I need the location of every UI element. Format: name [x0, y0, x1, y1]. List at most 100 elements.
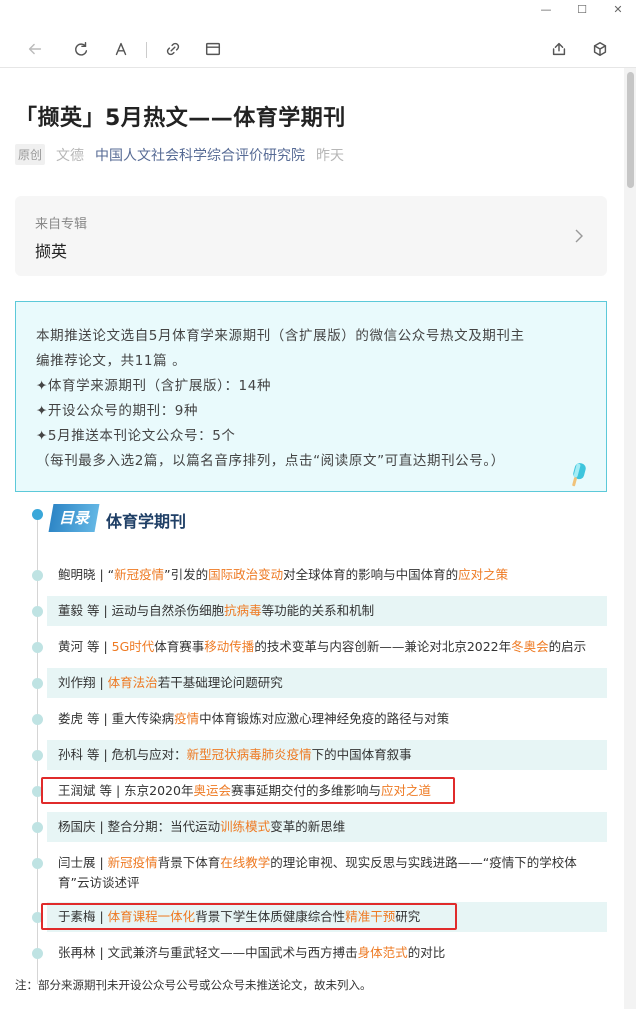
highlight-keyword: 训练模式 [220, 819, 271, 834]
toc-item-title: 刘作翔 | 体育法治若干基础理论问题研究 [58, 668, 607, 698]
highlight-keyword: 身体范式 [357, 945, 408, 960]
toc-item[interactable]: 孙科 等 | 危机与应对：新型冠状病毒肺炎疫情下的中国体育叙事 [47, 740, 607, 770]
toc-item[interactable]: 张再林 | 文武兼济与重武轻文——中国武术与西方搏击身体范式的对比 [47, 938, 607, 968]
window-controls: — ☐ ✕ [528, 0, 636, 18]
toc-dot [32, 714, 43, 725]
title-text: 的技术变革与内容创新——兼论对北京2022年 [254, 639, 512, 654]
title-text: 体育赛事 [154, 639, 205, 654]
toc-heading: 体育学期刊 [106, 512, 187, 531]
toc-item-title: 鲍明晓 | “新冠疫情”引发的国际政治变动对全球体育的影响与中国体育的应对之策 [58, 560, 607, 590]
toc-dot [32, 822, 43, 833]
refresh-icon[interactable] [70, 38, 92, 60]
article-meta: 原创 文德 中国人文社会科学综合评价研究院 昨天 [15, 144, 344, 165]
original-badge: 原创 [15, 144, 46, 165]
toc-item[interactable]: 刘作翔 | 体育法治若干基础理论问题研究 [47, 668, 607, 698]
title-text: 杨国庆 | 整合分期：当代运动 [58, 819, 221, 834]
toc-item-title: 娄虎 等 | 重大传染病疫情中体育锻炼对应激心理神经免疫的路径与对策 [58, 704, 607, 734]
highlight-keyword: 应对之策 [458, 567, 509, 582]
browser-window-icon[interactable] [202, 38, 224, 60]
title-text: 中体育锻炼对应激心理神经免疫的路径与对策 [199, 711, 450, 726]
toc-item-title-continued: 育”云访谈述评 [58, 875, 140, 890]
toc-item-title: 闫士展 | 新冠疫情背景下体育在线教学的理论审视、现实反思与实践进路——“疫情下… [58, 853, 607, 873]
highlight-keyword: 5G时代 [111, 639, 155, 654]
cube-icon[interactable] [589, 38, 611, 60]
toc-dot [32, 948, 43, 959]
toc-item-title: 黄河 等 | 5G时代体育赛事移动传播的技术变革与内容创新——兼论对北京2022… [58, 632, 607, 662]
toc-item[interactable]: 娄虎 等 | 重大传染病疫情中体育锻炼对应激心理神经免疫的路径与对策 [47, 704, 607, 734]
toc-item[interactable]: 杨国庆 | 整合分期：当代运动训练模式变革的新思维 [47, 812, 607, 842]
highlight-keyword: 移动传播 [204, 639, 255, 654]
intro-line: 本期推送论文选自5月体育学来源期刊（含扩展版）的微信公众号热文及期刊主 [36, 328, 525, 344]
title-text: 闫士展 | [58, 855, 108, 870]
title-text: 的对比 [407, 945, 446, 960]
highlight-keyword: 国际政治变动 [208, 567, 284, 582]
toc-dot [32, 678, 43, 689]
title-text: 的启示 [548, 639, 587, 654]
intro-line: ✦5月推送本刊论文公众号：5个 [36, 428, 236, 444]
title-text: 下的中国体育叙事 [311, 747, 412, 762]
title-text: 背景下体育 [157, 855, 221, 870]
article-title: 「撷英」5月热文——体育学期刊 [15, 106, 346, 131]
highlight-keyword: 体育法治 [107, 675, 158, 690]
title-text: 若干基础理论问题研究 [157, 675, 283, 690]
intro-line: （每刊最多入选2篇，以篇名音序排列，点击“阅读原文”可直达期刊公号。） [36, 453, 505, 469]
toc-dot [32, 570, 43, 581]
toolbar-divider [146, 42, 147, 58]
intro-line: 编推荐论文，共11篇 。 [36, 353, 187, 369]
album-name: 撷英 [35, 242, 68, 261]
title-text: 对全球体育的影响与中国体育的 [283, 567, 459, 582]
account-link[interactable]: 中国人文社会科学综合评价研究院 [95, 145, 305, 165]
publish-time: 昨天 [316, 147, 345, 164]
title-text: ”引发的 [164, 567, 209, 582]
scrollbar-thumb[interactable] [627, 72, 634, 188]
scrollbar[interactable] [624, 68, 636, 1009]
minimize-button[interactable]: — [528, 0, 564, 18]
title-text: 董毅 等 | 运动与自然杀伤细胞 [58, 603, 225, 618]
toc-dot [32, 606, 43, 617]
toolbar [0, 30, 636, 68]
chevron-right-icon [573, 226, 585, 246]
close-button[interactable]: ✕ [600, 0, 636, 18]
toc-dot [32, 750, 43, 761]
toc-item[interactable]: 黄河 等 | 5G时代体育赛事移动传播的技术变革与内容创新——兼论对北京2022… [47, 632, 607, 662]
title-text: 孙科 等 | 危机与应对： [58, 747, 187, 762]
footnote: 注：部分来源期刊未开设公众号公号或公众号未推送论文，故未列入。 [15, 978, 372, 992]
toc-badge: 目录 [48, 504, 100, 532]
title-text: 刘作翔 | [58, 675, 108, 690]
title-text: 的理论审视、现实反思与实践进路——“疫情下的学校体 [270, 855, 577, 870]
highlight-box [41, 777, 455, 804]
popsicle-icon [570, 462, 588, 488]
toc-item-title: 孙科 等 | 危机与应对：新型冠状病毒肺炎疫情下的中国体育叙事 [58, 740, 607, 770]
toc-badge-label: 目录 [58, 509, 89, 527]
title-text: 张再林 | 文武兼济与重武轻文——中国武术与西方搏击 [58, 945, 358, 960]
intro-line: ✦体育学来源期刊（含扩展版）：14种 [36, 378, 272, 394]
intro-box: 本期推送论文选自5月体育学来源期刊（含扩展版）的微信公众号热文及期刊主 编推荐论… [15, 301, 607, 492]
toc-item-title: 董毅 等 | 运动与自然杀伤细胞抗病毒等功能的关系和机制 [58, 596, 607, 626]
link-icon[interactable] [162, 38, 184, 60]
title-text: 娄虎 等 | 重大传染病 [58, 711, 175, 726]
toc-item-title: 杨国庆 | 整合分期：当代运动训练模式变革的新思维 [58, 812, 607, 842]
title-text: 变革的新思维 [270, 819, 346, 834]
title-text: 等功能的关系和机制 [261, 603, 375, 618]
toc-start-dot [32, 509, 43, 520]
toc-item-title: 张再林 | 文武兼济与重武轻文——中国武术与西方搏击身体范式的对比 [58, 938, 607, 968]
font-size-icon[interactable] [110, 38, 132, 60]
title-text: 黄河 等 | [58, 639, 112, 654]
highlight-keyword: 抗病毒 [224, 603, 262, 618]
highlight-box [41, 903, 457, 930]
title-text: 鲍明晓 | “ [58, 567, 115, 582]
share-icon[interactable] [548, 38, 570, 60]
album-label: 来自专辑 [35, 217, 88, 232]
toc-item[interactable]: 鲍明晓 | “新冠疫情”引发的国际政治变动对全球体育的影响与中国体育的应对之策 [47, 560, 607, 590]
toc-item[interactable]: 闫士展 | 新冠疫情背景下体育在线教学的理论审视、现实反思与实践进路——“疫情下… [47, 848, 607, 898]
back-icon[interactable] [24, 38, 46, 60]
highlight-keyword: 新冠疫情 [114, 567, 165, 582]
intro-line: ✦开设公众号的期刊：9种 [36, 403, 199, 419]
toc-item[interactable]: 董毅 等 | 运动与自然杀伤细胞抗病毒等功能的关系和机制 [47, 596, 607, 626]
highlight-keyword: 新冠疫情 [107, 855, 158, 870]
album-card[interactable]: 来自专辑 撷英 [15, 196, 607, 276]
toc-dot [32, 858, 43, 869]
maximize-button[interactable]: ☐ [564, 0, 600, 18]
toc-dot [32, 642, 43, 653]
highlight-keyword: 在线教学 [220, 855, 271, 870]
